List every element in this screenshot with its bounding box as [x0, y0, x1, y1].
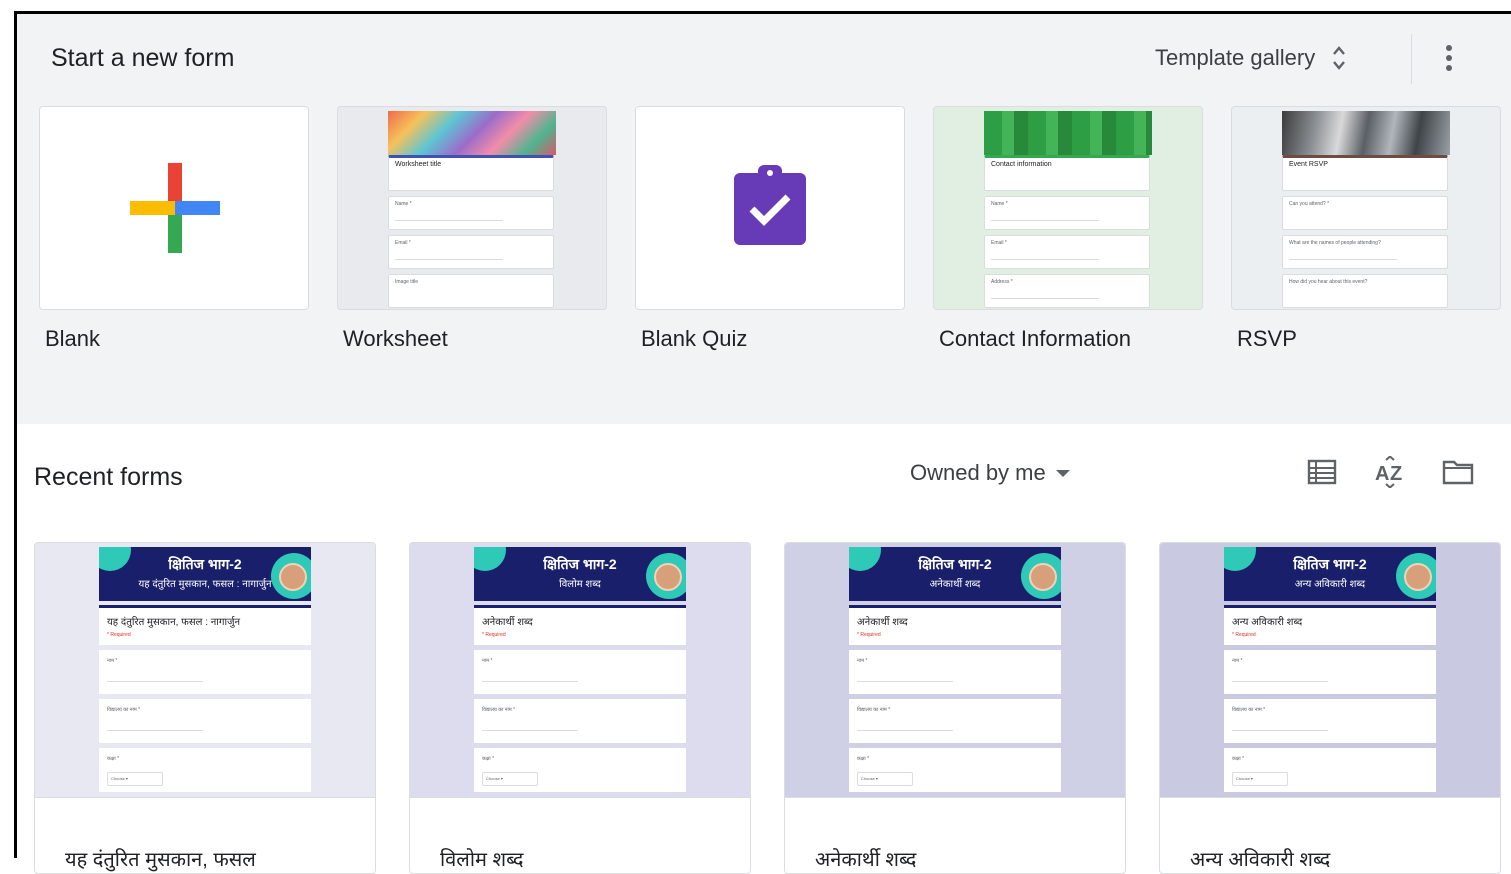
- template-rsvp[interactable]: Event RSVP Can you attend? * What are th…: [1231, 106, 1501, 351]
- recent-form-card[interactable]: क्षितिज भाग-2 अनेकार्थी शब्द अनेकार्थी श…: [784, 542, 1126, 874]
- folder-icon[interactable]: [1442, 456, 1474, 488]
- recent-form-card[interactable]: क्षितिज भाग-2 विलोम शब्द अनेकार्थी शब्द *…: [409, 542, 751, 874]
- contact-preview-question: Email *: [984, 235, 1150, 269]
- more-vert-icon[interactable]: [1437, 42, 1461, 74]
- form-preview-question: कक्षा * Choose ▾: [474, 748, 686, 792]
- contact-preview-header: [984, 111, 1152, 155]
- worksheet-preview-header: [388, 111, 556, 155]
- form-banner: क्षितिज भाग-2 अनेकार्थी शब्द: [849, 547, 1061, 601]
- template-rsvp-thumbnail[interactable]: Event RSVP Can you attend? * What are th…: [1231, 106, 1501, 310]
- recent-form-thumbnail: क्षितिज भाग-2 अनेकार्थी शब्द अनेकार्थी श…: [785, 543, 1125, 798]
- template-gallery-button[interactable]: Template gallery: [1155, 44, 1347, 72]
- quiz-clipboard-icon: [734, 165, 806, 245]
- form-preview-question: कक्षा * Choose ▾: [849, 748, 1061, 792]
- rsvp-preview-title: Event RSVP: [1282, 155, 1448, 191]
- google-plus-icon: [130, 163, 220, 253]
- form-preview-title: यह दंतुरित मुसकान, फसल : नागार्जुन * Requ…: [99, 605, 311, 645]
- form-preview-question: नाम *: [474, 650, 686, 694]
- form-preview-question: नाम *: [99, 650, 311, 694]
- worksheet-preview-question: Image title: [388, 274, 554, 308]
- recent-form-name: अनेकार्थी शब्द: [815, 849, 917, 871]
- form-preview-title: अनेकार्थी शब्द * Required: [849, 605, 1061, 645]
- worksheet-preview-question: Email *: [388, 235, 554, 269]
- form-banner: क्षितिज भाग-2 विलोम शब्द: [474, 547, 686, 601]
- recent-form-card[interactable]: क्षितिज भाग-2 यह दंतुरित मुसकान, फसल : न…: [34, 542, 376, 874]
- template-contact-thumbnail[interactable]: Contact information Name * Email * Addre…: [933, 106, 1203, 310]
- form-banner: क्षितिज भाग-2 अन्य अविकारी शब्द: [1224, 547, 1436, 601]
- rsvp-preview: Event RSVP Can you attend? * What are th…: [1282, 111, 1450, 309]
- template-blank-quiz-thumbnail[interactable]: [635, 106, 905, 310]
- svg-text:A: A: [1375, 463, 1389, 485]
- template-blank-thumbnail[interactable]: [39, 106, 309, 310]
- template-label: Worksheet: [343, 326, 448, 351]
- template-worksheet[interactable]: Worksheet title Name * Email * Image tit…: [337, 106, 607, 351]
- chevron-down-icon: [1055, 469, 1070, 477]
- owner-filter-label: Owned by me: [910, 460, 1046, 485]
- contact-preview-question: Address *: [984, 274, 1150, 308]
- template-worksheet-thumbnail[interactable]: Worksheet title Name * Email * Image tit…: [337, 106, 607, 310]
- form-preview: क्षितिज भाग-2 अन्य अविकारी शब्द अन्य अवि…: [1224, 547, 1436, 792]
- worksheet-preview: Worksheet title Name * Email * Image tit…: [388, 111, 556, 309]
- template-contact-information[interactable]: Contact information Name * Email * Addre…: [933, 106, 1203, 351]
- recent-form-name: यह दंतुरित मुसकान, फसल: [65, 849, 256, 871]
- worksheet-preview-title: Worksheet title: [388, 155, 554, 191]
- owner-filter-dropdown[interactable]: Owned by me: [910, 460, 1070, 486]
- banner-subtitle: अन्य अविकारी शब्द: [1294, 579, 1366, 590]
- banner-title: क्षितिज भाग-2: [918, 556, 992, 572]
- banner-title: क्षितिज भाग-2: [168, 556, 242, 572]
- form-preview-question: नाम *: [849, 650, 1061, 694]
- form-preview-question: विद्यालय का नाम *: [99, 699, 311, 743]
- form-preview-question: कक्षा * Choose ▾: [1224, 748, 1436, 792]
- unfold-icon: [1333, 46, 1346, 70]
- start-section-title: Start a new form: [51, 44, 235, 72]
- recent-form-thumbnail: क्षितिज भाग-2 यह दंतुरित मुसकान, फसल : न…: [35, 543, 375, 798]
- form-preview: क्षितिज भाग-2 विलोम शब्द अनेकार्थी शब्द *…: [474, 547, 686, 792]
- svg-text:Z: Z: [1390, 463, 1402, 485]
- form-preview-question: विद्यालय का नाम *: [1224, 699, 1436, 743]
- banner-subtitle: अनेकार्थी शब्द: [929, 579, 981, 590]
- contact-preview-title: Contact information: [984, 155, 1150, 191]
- rsvp-preview-question: Can you attend? *: [1282, 196, 1448, 230]
- list-view-icon[interactable]: [1306, 456, 1338, 488]
- form-banner: क्षितिज भाग-2 यह दंतुरित मुसकान, फसल : न…: [99, 547, 311, 601]
- banner-subtitle: यह दंतुरित मुसकान, फसल : नागार्जुन: [138, 579, 272, 590]
- form-preview: क्षितिज भाग-2 अनेकार्थी शब्द अनेकार्थी श…: [849, 547, 1061, 792]
- banner-title: क्षितिज भाग-2: [1293, 556, 1367, 572]
- template-label: RSVP: [1237, 326, 1297, 351]
- form-preview-question: विद्यालय का नाम *: [849, 699, 1061, 743]
- template-label: Blank: [45, 326, 101, 351]
- rsvp-preview-question: How did you hear about this event?: [1282, 274, 1448, 308]
- contact-preview: Contact information Name * Email * Addre…: [984, 111, 1152, 309]
- start-new-form-section: Start a new form Template gallery Blank: [17, 14, 1511, 424]
- form-preview-title: अन्य अविकारी शब्द * Required: [1224, 605, 1436, 645]
- form-preview: क्षितिज भाग-2 यह दंतुरित मुसकान, फसल : न…: [99, 547, 311, 792]
- recent-forms-title: Recent forms: [34, 463, 183, 491]
- toolbar-divider: [1411, 34, 1412, 84]
- recent-form-thumbnail: क्षितिज भाग-2 अन्य अविकारी शब्द अन्य अवि…: [1160, 543, 1500, 798]
- worksheet-preview-question: Name *: [388, 196, 554, 230]
- recent-form-name: अन्य अविकारी शब्द: [1190, 849, 1331, 871]
- recent-form-name: विलोम शब्द: [440, 849, 524, 871]
- sort-az-icon[interactable]: A Z: [1374, 456, 1406, 488]
- banner-subtitle: विलोम शब्द: [559, 579, 601, 590]
- template-label: Contact Information: [939, 326, 1131, 351]
- recent-form-card[interactable]: क्षितिज भाग-2 अन्य अविकारी शब्द अन्य अवि…: [1159, 542, 1501, 874]
- template-blank-quiz[interactable]: Blank Quiz: [635, 106, 905, 351]
- banner-title: क्षितिज भाग-2: [543, 556, 617, 572]
- rsvp-preview-header: [1282, 111, 1450, 155]
- form-preview-question: विद्यालय का नाम *: [474, 699, 686, 743]
- form-preview-title: अनेकार्थी शब्द * Required: [474, 605, 686, 645]
- template-label: Blank Quiz: [641, 326, 748, 351]
- template-gallery-label: Template gallery: [1155, 45, 1316, 70]
- form-preview-question: कक्षा * Choose ▾: [99, 748, 311, 792]
- template-blank[interactable]: Blank: [39, 106, 309, 351]
- contact-preview-question: Name *: [984, 196, 1150, 230]
- rsvp-preview-question: What are the names of people attending?: [1282, 235, 1448, 269]
- form-preview-question: नाम *: [1224, 650, 1436, 694]
- recent-form-thumbnail: क्षितिज भाग-2 विलोम शब्द अनेकार्थी शब्द *…: [410, 543, 750, 798]
